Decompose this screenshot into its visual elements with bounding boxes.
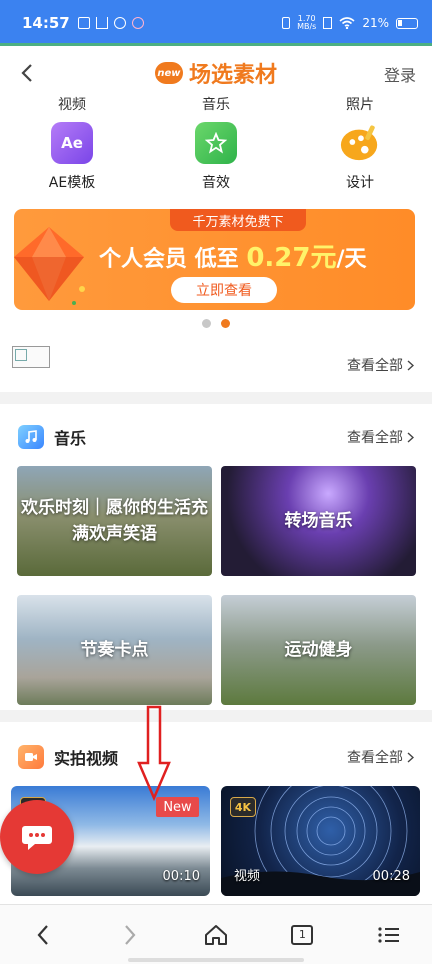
category-video-label[interactable]: 视频: [0, 94, 144, 114]
nav-menu-button[interactable]: [346, 905, 432, 964]
4k-badge: 4K: [230, 797, 256, 817]
network-speed-unit: MB/s: [297, 22, 317, 31]
wifi-icon: [339, 17, 355, 29]
video-notification-icon: [77, 17, 90, 29]
vibrate-icon: [282, 17, 291, 29]
status-right: 1.70 MB/s 21%: [282, 15, 418, 31]
nav-forward-button[interactable]: [86, 905, 172, 964]
carousel-dots: [0, 319, 432, 328]
home-indicator: [128, 958, 304, 962]
category-photo-label[interactable]: 照片: [288, 94, 432, 114]
category-row-partial: 视频 音乐 照片: [0, 94, 432, 114]
category-row: Ae AE模板 音效 设计: [0, 122, 432, 192]
category-label: 设计: [346, 175, 374, 191]
chevron-right-icon: [407, 751, 414, 763]
ae-icon: Ae: [51, 122, 93, 164]
carousel-dot[interactable]: [202, 319, 211, 328]
chat-fab[interactable]: [0, 800, 74, 874]
red-arrow-annotation: [137, 705, 171, 801]
banner-headline: 个人会员 低至 0.27元/天: [99, 237, 367, 274]
promo-banner-area: 千万素材免费下 个人会员 低至 0.27元/天 立即查看: [0, 200, 432, 338]
music-tile-label: 运动健身: [284, 640, 353, 660]
status-time: 14:57: [22, 14, 70, 32]
category-ae-template[interactable]: Ae AE模板: [0, 122, 144, 192]
see-all-label: 查看全部: [347, 750, 403, 766]
crown-notification-icon: [95, 17, 108, 29]
video-section-header: 实拍视频 查看全部: [0, 744, 432, 770]
banner-text: 个人会员 低至: [99, 247, 247, 272]
logo-badge: new: [154, 62, 183, 84]
category-label: 音效: [202, 175, 230, 191]
menu-icon: [378, 926, 399, 943]
see-all-label: 查看全部: [347, 430, 403, 446]
music-section-header: 音乐 查看全部: [0, 424, 432, 450]
music-section: 音乐 查看全部 欢乐时刻｜愿你的生活充满欢声笑语 转场音乐 节奏卡点 运动健身: [0, 404, 432, 710]
battery-percent: 21%: [362, 16, 389, 30]
network-speed: 1.70 MB/s: [297, 15, 316, 31]
sim-icon: [323, 17, 333, 29]
music-tile-label: 转场音乐: [284, 511, 353, 531]
browser-bottom-nav: 1: [0, 904, 432, 964]
banner-view-button[interactable]: 立即查看: [171, 277, 277, 303]
music-tile-transition[interactable]: 转场音乐: [221, 466, 416, 576]
video-type-label: 视频: [234, 869, 261, 884]
tab-count-icon: 1: [291, 924, 314, 945]
carousel-dot-active[interactable]: [221, 319, 230, 328]
category-section: 视频 音乐 照片 Ae AE模板 音效 设计: [0, 97, 432, 200]
category-design[interactable]: 设计: [288, 122, 432, 192]
sound-effect-icon: [195, 122, 237, 164]
music-tile-happy-moments[interactable]: 欢乐时刻｜愿你的生活充满欢声笑语: [17, 466, 212, 576]
video-camera-icon: [18, 745, 44, 769]
chevron-left-icon: [37, 924, 49, 945]
music-tile-beat-sync[interactable]: 节奏卡点: [17, 595, 212, 705]
chevron-right-icon: [407, 359, 414, 371]
promo-banner[interactable]: 千万素材免费下 个人会员 低至 0.27元/天 立即查看: [14, 209, 415, 310]
see-all-label: 查看全部: [347, 358, 403, 374]
back-button[interactable]: [12, 58, 42, 88]
video-see-all-link[interactable]: 查看全部: [347, 747, 414, 767]
nav-back-button[interactable]: [0, 905, 86, 964]
ae-icon-text: Ae: [61, 134, 83, 152]
video-duration: 00:28: [372, 869, 410, 884]
banner-price: 0.27元: [246, 243, 337, 273]
app-header: new 场选素材 登录: [0, 46, 432, 100]
battery-icon: [396, 17, 418, 29]
video-tile-star-trails[interactable]: 4K 视频 00:28: [221, 786, 420, 896]
music-tile-fitness[interactable]: 运动健身: [221, 595, 416, 705]
design-palette-icon: [339, 122, 381, 164]
app-notification-icon: [113, 17, 126, 29]
chevron-left-icon: [21, 64, 32, 82]
banner-text-suffix: /天: [336, 247, 367, 272]
music-see-all-link[interactable]: 查看全部: [347, 427, 414, 447]
nav-home-button[interactable]: [173, 905, 259, 964]
music-tile-label: 欢乐时刻｜愿你的生活充满欢声笑语: [21, 498, 208, 544]
logo-title: 场选素材: [188, 63, 277, 88]
status-bar: 14:57 1.70 MB/s 21%: [0, 0, 432, 46]
banner-tag: 千万素材免费下: [170, 209, 306, 231]
image-row: 查看全部: [0, 338, 432, 392]
login-link[interactable]: 登录: [384, 62, 416, 86]
video-section-title: 实拍视频: [54, 749, 119, 768]
category-sound-effect[interactable]: 音效: [144, 122, 288, 192]
chevron-right-icon: [407, 431, 414, 443]
music-tile-label: 节奏卡点: [80, 640, 149, 660]
home-icon: [205, 924, 228, 945]
chat-bubble-icon: [22, 826, 52, 850]
pinwheel-notification-icon: [131, 17, 144, 29]
gem-icon: [14, 227, 85, 305]
category-label: AE模板: [48, 175, 96, 191]
broken-image: [12, 346, 50, 368]
notification-icons: [77, 17, 144, 29]
nav-tabs-button[interactable]: 1: [259, 905, 345, 964]
music-section-title: 音乐: [54, 429, 87, 448]
see-all-link[interactable]: 查看全部: [347, 355, 414, 375]
chevron-right-icon: [124, 924, 136, 945]
category-music-label[interactable]: 音乐: [144, 94, 288, 114]
video-duration: 00:10: [162, 869, 200, 884]
site-logo: new 场选素材: [154, 57, 277, 89]
tab-count: 1: [298, 928, 306, 941]
music-note-icon: [18, 425, 44, 449]
